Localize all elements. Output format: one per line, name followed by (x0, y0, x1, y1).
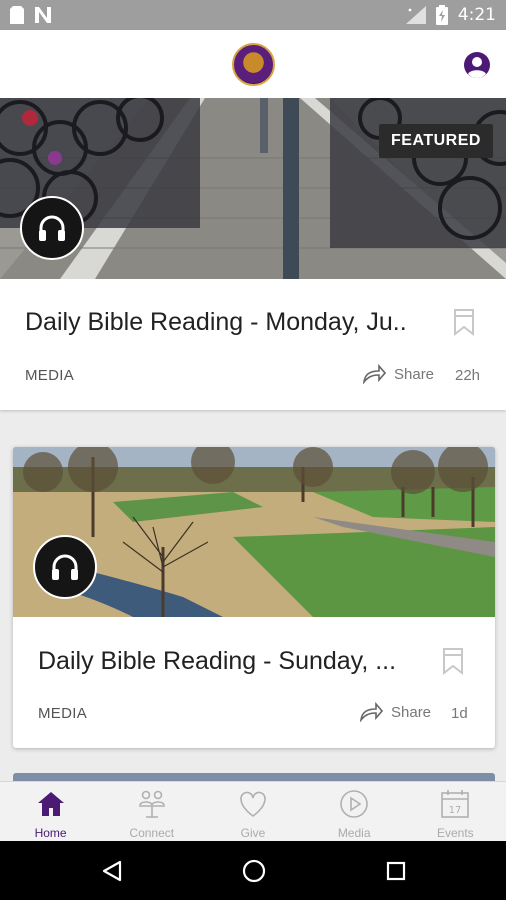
feed-card[interactable]: FEATURED Daily Bible Reading - Monday, J… (0, 98, 506, 410)
nav-label: Give (240, 826, 266, 840)
nav-events[interactable]: 17 Events (405, 782, 506, 842)
connect-icon (138, 790, 165, 818)
share-icon (362, 364, 386, 384)
headphones-icon[interactable] (33, 535, 97, 599)
share-label: Share (391, 703, 432, 721)
recents-icon[interactable] (386, 861, 406, 881)
sim-card-icon (10, 6, 24, 24)
category-label: MEDIA (25, 367, 75, 384)
account-icon[interactable] (463, 51, 491, 79)
post-age: 1d (451, 705, 468, 722)
card-image[interactable]: FEATURED (0, 98, 506, 279)
battery-icon (435, 5, 448, 25)
play-icon (340, 790, 368, 818)
card-title[interactable]: Daily Bible Reading - Monday, Ju.. (25, 308, 435, 337)
status-bar: 4:21 (0, 0, 506, 30)
signal-icon (405, 6, 426, 24)
share-label: Share (394, 365, 435, 383)
calendar-icon: 17 (441, 790, 470, 818)
bottom-nav: Home Connect Give Media 17 Events (0, 781, 506, 841)
share-button[interactable]: Share (362, 364, 434, 384)
system-nav-bar (0, 841, 506, 900)
nav-label: Events (437, 826, 474, 840)
home-icon (37, 792, 64, 816)
nav-label: Home (34, 826, 67, 840)
church-logo[interactable] (232, 43, 275, 86)
card-title[interactable]: Daily Bible Reading - Sunday, ... (38, 647, 418, 676)
nav-media[interactable]: Media (304, 782, 405, 842)
post-age: 22h (455, 367, 481, 384)
nav-label: Media (337, 826, 371, 840)
heart-icon (240, 791, 266, 817)
clock: 4:21 (457, 5, 496, 25)
nav-connect[interactable]: Connect (101, 782, 202, 842)
share-icon (359, 702, 383, 722)
bookmark-icon[interactable] (453, 308, 475, 336)
nav-label: Connect (129, 826, 175, 840)
n-notification-icon (35, 7, 51, 23)
feed-card[interactable]: Daily Bible Reading - Sunday, ... MEDIA … (13, 447, 495, 748)
category-label: MEDIA (38, 705, 88, 722)
nav-home[interactable]: Home (0, 782, 101, 842)
calendar-day: 17 (449, 805, 462, 816)
nav-give[interactable]: Give (202, 782, 303, 842)
featured-badge: FEATURED (379, 124, 493, 158)
app-bar (0, 30, 506, 98)
bookmark-icon[interactable] (442, 647, 464, 675)
feed-card[interactable] (13, 773, 495, 781)
share-button[interactable]: Share (359, 702, 431, 722)
card-image[interactable] (13, 447, 495, 617)
back-icon[interactable] (101, 860, 123, 882)
home-button-icon[interactable] (242, 859, 266, 883)
headphones-icon[interactable] (20, 196, 84, 260)
feed[interactable]: FEATURED Daily Bible Reading - Monday, J… (0, 98, 506, 781)
